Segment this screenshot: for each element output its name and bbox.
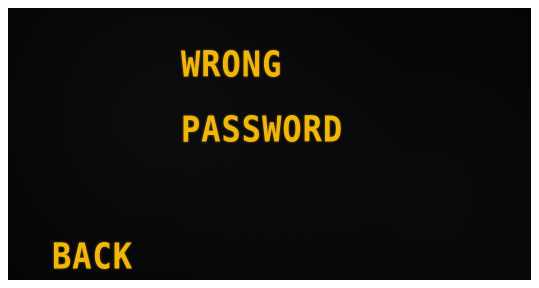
error-message-line-1: WRONG	[181, 43, 283, 86]
back-button[interactable]: BACK	[52, 239, 133, 274]
lcd-display: WRONG PASSWORD BACK	[8, 8, 531, 280]
error-message-line-2: PASSWORD	[181, 108, 344, 151]
